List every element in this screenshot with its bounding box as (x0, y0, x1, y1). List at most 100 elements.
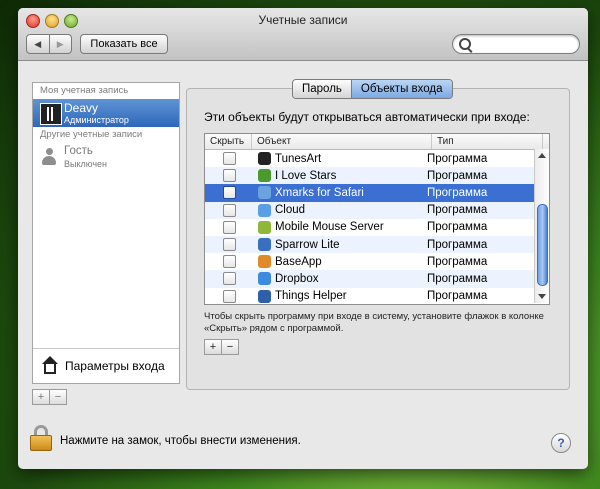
my-account-header: Моя учетная запись (40, 85, 129, 96)
help-button[interactable]: ? (551, 433, 571, 453)
table-row[interactable]: Cloud Программа (205, 201, 549, 219)
search-icon (459, 38, 471, 50)
add-account-button[interactable]: + (32, 389, 50, 405)
table-row[interactable]: BaseApp Программа (205, 253, 549, 270)
show-all-button[interactable]: Показать все (80, 34, 168, 54)
item-kind: Программа (427, 221, 488, 234)
hide-checkbox[interactable] (223, 289, 236, 303)
item-cell: Dropbox (246, 272, 420, 286)
window-title: Учетные записи (258, 13, 348, 27)
item-name: I Love Stars (275, 169, 337, 182)
tab-login-items[interactable]: Объекты входа (350, 80, 452, 98)
item-kind: Программа (427, 204, 488, 217)
vertical-scrollbar[interactable] (534, 149, 549, 303)
star-icon (258, 169, 271, 183)
hide-checkbox[interactable] (223, 255, 236, 269)
item-name: Xmarks for Safari (275, 186, 364, 199)
account-role: Администратор (64, 115, 129, 125)
item-name: Dropbox (275, 272, 319, 285)
table-row[interactable]: I Love Stars Программа (205, 167, 549, 185)
item-name: Things Helper (275, 290, 347, 303)
hide-checkbox[interactable] (223, 186, 236, 200)
item-kind: Программа (427, 272, 488, 285)
lock-icon[interactable] (30, 425, 52, 451)
back-button[interactable]: ◀ (27, 35, 49, 53)
account-role: Выключен (64, 159, 107, 169)
hide-cell (205, 220, 246, 234)
hide-cell (205, 152, 246, 166)
item-kind: Программа (427, 290, 488, 303)
hide-cell (205, 203, 246, 217)
cloud-icon (258, 203, 271, 217)
table-row[interactable]: Mobile Mouse Server Программа (205, 219, 549, 236)
hide-checkbox[interactable] (223, 272, 236, 286)
item-kind: Программа (427, 238, 488, 251)
back-forward-control: ◀ ▶ (26, 34, 72, 54)
login-items-heading: Эти объекты будут открываться автоматиче… (204, 110, 530, 124)
add-login-item-button[interactable]: + (204, 339, 222, 355)
remove-login-item-button[interactable]: − (222, 339, 239, 355)
item-name: Mobile Mouse Server (275, 221, 384, 234)
table-body: TunesArt Программа I Love Stars Программа Xm… (205, 150, 549, 305)
item-cell: TunesArt (246, 152, 420, 166)
item-cell: I Love Stars (246, 169, 420, 183)
hide-cell (205, 169, 246, 183)
account-item-deavy[interactable]: Deavy Администратор (33, 99, 179, 127)
scroll-thumb[interactable] (537, 204, 548, 286)
table-row[interactable]: Things Helper Программа (205, 288, 549, 305)
hide-checkbox[interactable] (223, 238, 236, 252)
item-cell: Sparrow Lite (246, 238, 420, 252)
table-row[interactable]: Sparrow Lite Программа (205, 235, 549, 254)
item-cell: Mobile Mouse Server (246, 220, 420, 234)
accounts-sidebar: Моя учетная запись Deavy Администратор Д… (32, 82, 180, 384)
hide-cell (205, 186, 246, 200)
table-row[interactable]: Dropbox Программа (205, 270, 549, 288)
item-kind: Программа (427, 255, 488, 268)
accounts-window: Учетные записи ◀ ▶ Показать все Моя учет… (18, 8, 588, 469)
column-item[interactable]: Объект (252, 134, 432, 149)
item-kind: Программа (427, 152, 488, 165)
hide-cell (205, 255, 246, 269)
remove-account-button[interactable]: − (50, 389, 67, 405)
hide-cell (205, 238, 246, 252)
hide-checkbox[interactable] (223, 220, 236, 234)
hide-checkbox[interactable] (223, 152, 236, 166)
account-add-remove: + − (32, 389, 67, 405)
item-cell: Xmarks for Safari (246, 186, 420, 200)
search-field[interactable] (452, 34, 580, 54)
account-name: Гость (64, 145, 93, 157)
account-item-guest[interactable]: Гость Выключен (33, 143, 179, 171)
panel-tabs: Пароль Объекты входа (292, 79, 453, 99)
item-cell: BaseApp (246, 255, 420, 269)
account-name: Deavy (64, 101, 99, 115)
item-kind: Программа (427, 169, 488, 182)
hide-checkbox[interactable] (223, 169, 236, 183)
login-options-item[interactable]: Параметры входа (33, 348, 179, 383)
item-name: BaseApp (275, 255, 322, 268)
scroll-up-icon[interactable] (538, 153, 546, 158)
item-cell: Cloud (246, 203, 420, 217)
hide-cell (205, 289, 246, 303)
guest-user-icon (42, 148, 56, 166)
login-items-table: Скрыть Объект Тип TunesArt Программа I Lov… (204, 133, 550, 305)
things-icon (258, 289, 271, 303)
mobile-mouse-icon (258, 220, 271, 234)
other-accounts-header: Другие учетные записи (40, 129, 143, 140)
table-row[interactable]: Xmarks for Safari Программа (205, 184, 549, 202)
tunesart-icon (258, 152, 271, 166)
title-bar: Учетные записи ◀ ▶ Показать все (18, 8, 588, 61)
hide-checkbox[interactable] (223, 203, 236, 217)
column-kind[interactable]: Тип (432, 134, 543, 149)
forward-button[interactable]: ▶ (48, 35, 72, 53)
avatar (40, 103, 62, 125)
item-name: TunesArt (275, 152, 322, 165)
dropbox-icon (258, 272, 271, 286)
hide-cell (205, 272, 246, 286)
column-hide[interactable]: Скрыть (205, 134, 252, 149)
table-row[interactable]: TunesArt Программа (205, 150, 549, 167)
item-kind: Программа (427, 186, 488, 199)
scroll-down-icon[interactable] (538, 294, 546, 299)
login-options-label: Параметры входа (65, 359, 165, 373)
baseapp-icon (258, 255, 271, 269)
tab-password[interactable]: Пароль (293, 80, 351, 98)
